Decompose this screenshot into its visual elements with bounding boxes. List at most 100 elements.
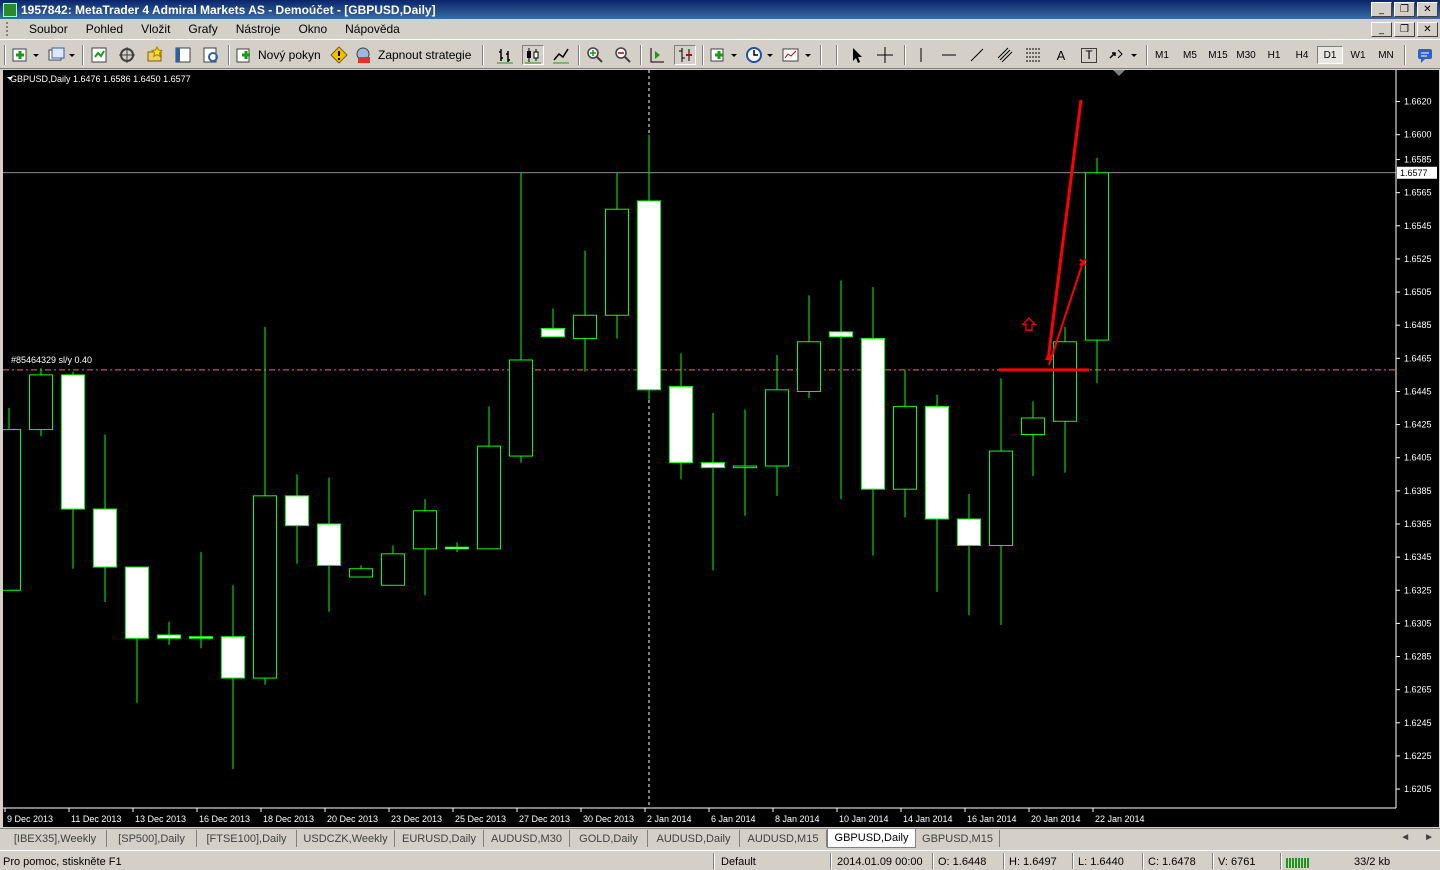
price-tick-label: 1.6620 (1404, 97, 1432, 107)
templates-button[interactable] (780, 45, 814, 65)
connection-status[interactable] (1286, 854, 1310, 869)
timeframe-m15[interactable]: M15 (1205, 46, 1231, 64)
menu-soubor[interactable]: Soubor (20, 22, 77, 36)
metatrader-app-icon[interactable] (3, 2, 17, 17)
tab-gbpusd-m15[interactable]: GBPUSD,M15 (916, 830, 1000, 847)
fibonacci-icon (1026, 48, 1040, 62)
bar-chart-button[interactable] (494, 45, 516, 65)
timeframe-w1[interactable]: W1 (1345, 46, 1371, 64)
tab-gbpusd-daily[interactable]: GBPUSD,Daily (827, 829, 916, 848)
tab-scroll-left-icon[interactable]: ◄ (1400, 832, 1410, 843)
fibonacci-button[interactable] (1022, 45, 1044, 65)
equidistant-channel-button[interactable] (994, 45, 1016, 65)
favorites-button[interactable] (144, 45, 166, 65)
line-chart-button[interactable] (550, 45, 572, 65)
candle-body (637, 200, 661, 391)
candle-body (605, 208, 629, 316)
text-label-button[interactable]: T (1078, 45, 1100, 65)
candle-body (317, 523, 341, 566)
chart-close-button[interactable]: ✕ (1417, 22, 1438, 37)
price-tick-label: 1.6325 (1404, 585, 1432, 595)
timeframe-m1[interactable]: M1 (1149, 46, 1175, 64)
menu-grafy[interactable]: Grafy (179, 22, 226, 36)
market-watch-button[interactable] (88, 45, 110, 65)
tab-audusd-daily[interactable]: AUDUSD,Daily (648, 830, 740, 847)
tab-gold-daily[interactable]: GOLD,Daily (570, 830, 648, 847)
restore-button[interactable]: ❐ (1394, 2, 1415, 17)
new-order-button[interactable]: Nový pokyn (234, 45, 326, 65)
tab-audusd-m30[interactable]: AUDUSD,M30 (484, 830, 570, 847)
tab-ibex35-weekly[interactable]: [IBEX35],Weekly (4, 830, 107, 847)
time-tick-label: 10 Jan 2014 (839, 814, 889, 824)
new-chart-button[interactable] (10, 45, 42, 65)
candle[interactable] (0, 408, 21, 591)
candlestick-chart-button[interactable] (522, 45, 544, 65)
tab-audusd-m15[interactable]: AUDUSD,M15 (740, 830, 827, 847)
menu-vlozit[interactable]: Vložit (132, 22, 179, 36)
autoscroll-icon (650, 48, 664, 63)
title-bar: 1957842: MetaTrader 4 Admiral Markets AS… (0, 0, 1440, 19)
timeframe-d1[interactable]: D1 (1317, 46, 1343, 64)
terminal-icon (175, 47, 191, 63)
expert-advisor-icon (356, 47, 370, 63)
warning-icon (330, 46, 348, 64)
minimize-button[interactable]: _ (1371, 2, 1392, 17)
candle-body (573, 314, 597, 339)
zoom-out-button[interactable] (612, 45, 634, 65)
menu-grip[interactable] (6, 22, 14, 36)
status-help-text: Pro pomoc, stiskněte F1 (3, 855, 122, 868)
menu-pohled[interactable]: Pohled (77, 22, 132, 36)
chart-shift-button[interactable] (674, 45, 696, 65)
terminal-button[interactable] (172, 45, 194, 65)
timeframe-h1[interactable]: H1 (1261, 46, 1287, 64)
tab-eurusd-daily[interactable]: EURUSD,Daily (395, 830, 484, 847)
strategy-tester-button[interactable] (200, 45, 222, 65)
tab-sp500-daily[interactable]: [SP500],Daily (107, 830, 197, 847)
candle-body (477, 445, 501, 550)
price-tick-label: 1.6385 (1404, 486, 1432, 496)
periods-button[interactable] (744, 45, 776, 65)
cursor-tool-button[interactable] (846, 45, 868, 65)
candle-body (765, 389, 789, 467)
chart-background[interactable] (3, 70, 1439, 827)
menu-okno[interactable]: Okno (289, 22, 336, 36)
alert-button[interactable] (328, 45, 350, 65)
profiles-button[interactable] (46, 45, 78, 65)
timeframe-m5[interactable]: M5 (1177, 46, 1203, 64)
indicators-button[interactable] (708, 45, 740, 65)
candle-body (445, 546, 469, 550)
candlestick-icon (525, 48, 541, 64)
menu-nastroje[interactable]: Nástroje (227, 22, 290, 36)
crosshair-button[interactable] (874, 45, 896, 65)
chart-minimize-button[interactable]: _ (1371, 22, 1392, 37)
price-tick-label: 1.6545 (1404, 221, 1432, 231)
candlestick-chart[interactable]: 1.6620 1.6600 1.6585 1.6565 1.6545 1.6525 1.65… (0, 70, 1439, 827)
auto-trading-button[interactable]: Zapnout strategie (354, 45, 476, 65)
timeframe-mn[interactable]: MN (1373, 46, 1399, 64)
trendline-button[interactable] (966, 45, 988, 65)
arrows-button[interactable] (1106, 45, 1140, 65)
menu-napoveda[interactable]: Nápověda (336, 22, 409, 36)
close-button[interactable]: ✕ (1417, 2, 1438, 17)
text-tool-button[interactable]: A (1050, 45, 1072, 65)
tab-usdczk-weekly[interactable]: USDCZK,Weekly (297, 830, 395, 847)
zoom-in-button[interactable] (584, 45, 606, 65)
vertical-line-icon (920, 48, 922, 62)
autoscroll-button[interactable] (646, 45, 668, 65)
horizontal-line-button[interactable] (938, 45, 960, 65)
tab-ftse100-daily[interactable]: [FTSE100],Daily (197, 830, 297, 847)
timeframe-h4[interactable]: H4 (1289, 46, 1315, 64)
chart-restore-button[interactable]: ❐ (1394, 22, 1415, 37)
timeframe-m30[interactable]: M30 (1233, 46, 1259, 64)
chart-window[interactable]: 1.6620 1.6600 1.6585 1.6565 1.6545 1.6525 1.65… (0, 70, 1439, 827)
vertical-line-button[interactable] (910, 45, 932, 65)
price-tick-label: 1.6345 (1404, 552, 1432, 562)
tab-scroll-right-icon[interactable]: ► (1424, 832, 1434, 843)
candle[interactable] (29, 368, 53, 437)
chat-icon (1418, 49, 1432, 63)
community-button[interactable] (1414, 45, 1436, 65)
price-tick-label: 1.6425 (1404, 420, 1432, 430)
new-chart-icon (12, 48, 39, 62)
navigator-button[interactable] (116, 45, 138, 65)
toolbar-grip (4, 45, 6, 65)
